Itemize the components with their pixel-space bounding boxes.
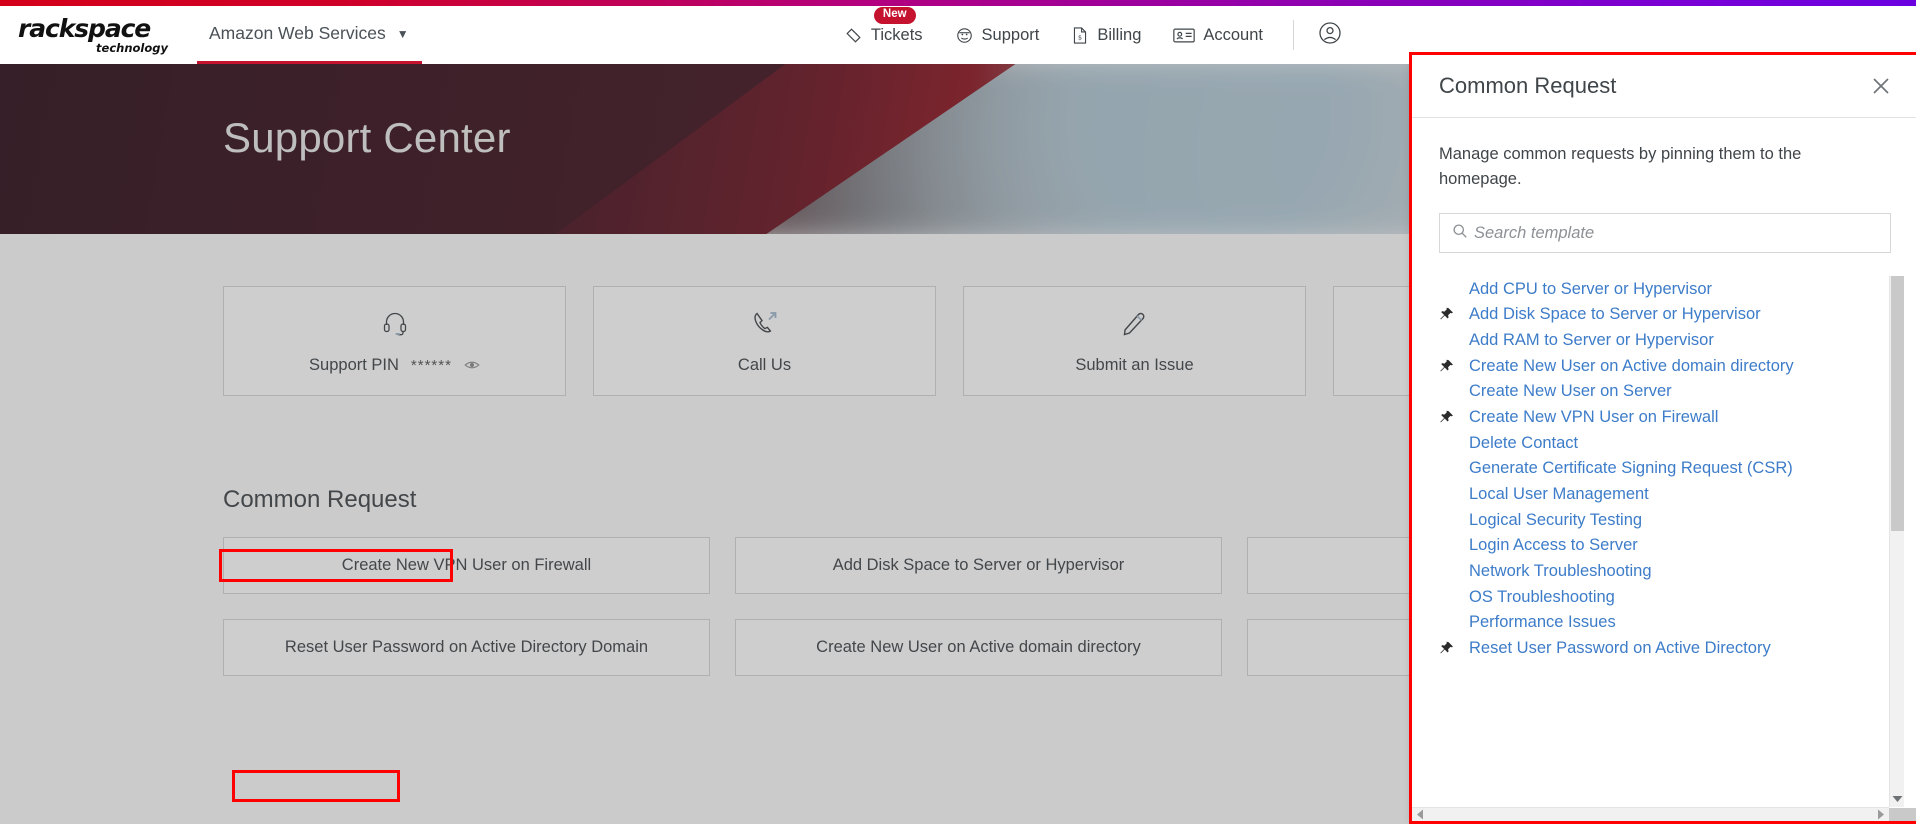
nav-item-account[interactable]: Account bbox=[1157, 6, 1279, 64]
search-template-wrap bbox=[1412, 192, 1916, 254]
list-item-label: Generate Certificate Signing Request (CS… bbox=[1469, 459, 1793, 478]
svg-text:$: $ bbox=[1078, 34, 1082, 41]
support-agent-icon bbox=[955, 26, 974, 45]
tickets-new-badge: New bbox=[873, 7, 916, 24]
user-menu-button[interactable] bbox=[1304, 21, 1356, 50]
logo-wordmark: rackspace bbox=[18, 13, 151, 43]
template-list[interactable]: Add CPU to Server or Hypervisor Add Disk… bbox=[1412, 276, 1916, 807]
list-item-label: Add RAM to Server or Hypervisor bbox=[1469, 330, 1714, 349]
pin-icon-slot[interactable] bbox=[1439, 410, 1469, 425]
scroll-down-arrow[interactable] bbox=[1890, 791, 1905, 807]
page-title: Support Center bbox=[223, 114, 511, 161]
brand-gradient-strip bbox=[0, 0, 1916, 6]
common-request-heading: Common Request bbox=[223, 486, 417, 513]
list-item[interactable]: Add CPU to Server or Hypervisor bbox=[1439, 276, 1916, 302]
id-card-icon bbox=[1173, 27, 1196, 44]
nav-item-support[interactable]: Support bbox=[939, 6, 1056, 64]
modal-title: Common Request bbox=[1439, 73, 1617, 98]
account-switcher-label: Amazon Web Services bbox=[209, 23, 386, 43]
list-item[interactable]: Local User Management bbox=[1439, 482, 1916, 508]
template-button[interactable]: Add Disk Space to Server or Hypervisor bbox=[735, 537, 1222, 594]
template-list-area: Add CPU to Server or Hypervisor Add Disk… bbox=[1412, 276, 1916, 824]
nav-item-tickets[interactable]: Tickets New bbox=[828, 6, 939, 64]
horizontal-scrollbar-corner bbox=[1889, 808, 1916, 824]
card-support-pin-label-row: Support PIN ****** bbox=[309, 356, 480, 375]
list-item[interactable]: Create New VPN User on Firewall bbox=[1439, 405, 1916, 431]
user-circle-icon bbox=[1318, 21, 1342, 50]
support-center-page: rackspace technology Amazon Web Services… bbox=[0, 0, 1916, 824]
card-submit-an-issue[interactable]: Submit an Issue bbox=[963, 286, 1306, 396]
nav-item-billing-label: Billing bbox=[1097, 25, 1142, 44]
vertical-scrollbar-thumb[interactable] bbox=[1891, 276, 1904, 532]
list-item-label: Login Access to Server bbox=[1469, 536, 1638, 555]
template-button[interactable]: Reset User Password on Active Directory … bbox=[223, 619, 710, 676]
scroll-left-arrow[interactable] bbox=[1416, 807, 1424, 824]
pencil-note-icon bbox=[1120, 308, 1150, 343]
modal-header: Common Request bbox=[1412, 55, 1916, 118]
support-pin-value: ****** bbox=[410, 356, 452, 374]
scroll-right-arrow[interactable] bbox=[1877, 807, 1885, 824]
list-item-label: Delete Contact bbox=[1469, 433, 1579, 452]
list-item-label: Local User Management bbox=[1469, 485, 1649, 503]
nav-item-billing[interactable]: $ Billing bbox=[1055, 6, 1157, 64]
list-item[interactable]: Network Troubleshooting bbox=[1439, 559, 1916, 585]
card-support-pin-label: Support PIN bbox=[309, 355, 399, 374]
list-item-label: Create New User on Server bbox=[1469, 382, 1672, 401]
headset-icon bbox=[380, 308, 410, 343]
list-item[interactable]: Create New User on Active domain directo… bbox=[1439, 353, 1916, 379]
nav-item-account-label: Account bbox=[1203, 25, 1263, 44]
list-item[interactable]: Add Disk Space to Server or Hypervisor bbox=[1439, 302, 1916, 328]
list-item-label: Create New VPN User on Firewall bbox=[1469, 407, 1719, 426]
list-item-label: Performance Issues bbox=[1469, 613, 1616, 632]
navbar-divider bbox=[1293, 20, 1294, 50]
invoice-dollar-icon: $ bbox=[1071, 26, 1089, 45]
pin-icon-slot[interactable] bbox=[1439, 359, 1469, 374]
account-switcher[interactable]: Amazon Web Services ▼ bbox=[197, 6, 422, 64]
nav-item-tickets-label: Tickets bbox=[870, 25, 923, 44]
modal-description: Manage common requests by pinning them t… bbox=[1439, 145, 1802, 189]
card-call-us[interactable]: Call Us bbox=[593, 286, 936, 396]
pin-icon-slot[interactable] bbox=[1439, 307, 1469, 322]
list-item-label: OS Troubleshooting bbox=[1469, 587, 1615, 606]
list-item-label: Create New User on Active domain directo… bbox=[1469, 356, 1794, 375]
chevron-down-icon: ▼ bbox=[396, 26, 409, 41]
search-template-input[interactable] bbox=[1474, 223, 1878, 243]
list-item-label: Add Disk Space to Server or Hypervisor bbox=[1469, 305, 1761, 324]
common-request-modal: Common Request Manage common requests by… bbox=[1412, 55, 1916, 824]
card-support-pin[interactable]: Support PIN ****** bbox=[223, 286, 566, 396]
ticket-icon bbox=[844, 26, 863, 45]
list-item[interactable]: Login Access to Server bbox=[1439, 533, 1916, 559]
search-icon bbox=[1452, 223, 1468, 244]
template-button[interactable]: Create New VPN User on Firewall bbox=[223, 537, 710, 594]
search-template-box[interactable] bbox=[1439, 213, 1891, 254]
card-call-us-label: Call Us bbox=[737, 355, 792, 374]
list-item[interactable]: Logical Security Testing bbox=[1439, 507, 1916, 533]
list-item[interactable]: OS Troubleshooting bbox=[1439, 584, 1916, 610]
top-navbar: rackspace technology Amazon Web Services… bbox=[0, 6, 1916, 64]
card-submit-an-issue-label: Submit an Issue bbox=[1075, 355, 1194, 374]
list-item[interactable]: Add RAM to Server or Hypervisor bbox=[1439, 328, 1916, 354]
list-item-label: Network Troubleshooting bbox=[1469, 562, 1652, 581]
rackspace-logo[interactable]: rackspace technology bbox=[18, 16, 168, 55]
list-item[interactable]: Reset User Password on Active Directory bbox=[1439, 636, 1916, 662]
nav-item-support-label: Support bbox=[981, 25, 1040, 44]
list-item-label: Add CPU to Server or Hypervisor bbox=[1469, 279, 1712, 298]
navbar-right-group: Tickets New Support $ Billing Account bbox=[828, 6, 1916, 64]
list-item[interactable]: Delete Contact bbox=[1439, 430, 1916, 456]
template-button[interactable]: Create New User on Active domain directo… bbox=[735, 619, 1222, 676]
list-item-label: Reset User Password on Active Directory bbox=[1469, 639, 1771, 658]
vertical-scrollbar[interactable] bbox=[1889, 276, 1904, 807]
list-item[interactable]: Create New User on Server bbox=[1439, 379, 1916, 405]
logo-tagline: technology bbox=[96, 40, 168, 55]
eye-icon[interactable] bbox=[464, 357, 480, 373]
horizontal-scrollbar[interactable] bbox=[1412, 807, 1916, 824]
list-item[interactable]: Performance Issues bbox=[1439, 610, 1916, 636]
list-item-label: Logical Security Testing bbox=[1469, 510, 1643, 529]
phone-outgoing-icon bbox=[750, 308, 780, 343]
pin-icon-slot[interactable] bbox=[1439, 641, 1469, 656]
list-item[interactable]: Generate Certificate Signing Request (CS… bbox=[1439, 456, 1916, 482]
close-icon[interactable] bbox=[1870, 75, 1892, 97]
